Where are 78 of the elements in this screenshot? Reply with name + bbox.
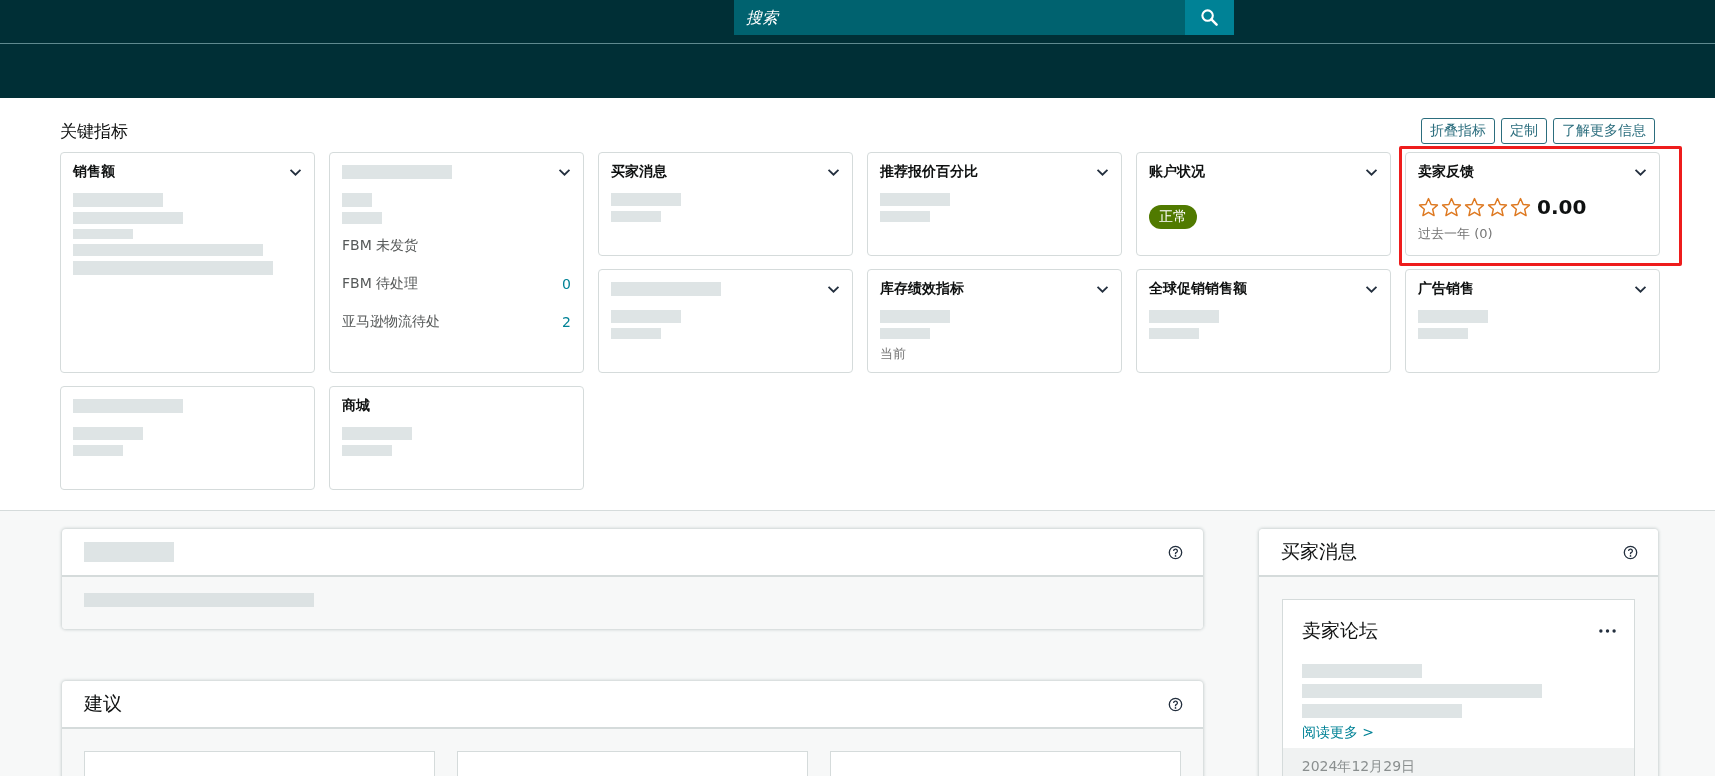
metric-card[interactable]: 买家消息 xyxy=(598,152,853,256)
metric-card[interactable]: 库存绩效指标 当前 xyxy=(867,269,1122,373)
forum-title: 卖家论坛 xyxy=(1301,618,1378,643)
card-title: 全球促销销售额 xyxy=(1149,280,1247,298)
chevron-icon[interactable] xyxy=(1096,167,1109,177)
redacted-block xyxy=(1149,310,1219,323)
redacted-block xyxy=(73,445,123,456)
section-title: 关键指标 xyxy=(60,119,128,143)
star-icon xyxy=(1418,196,1439,218)
metric-card[interactable]: 销售额 xyxy=(60,152,315,373)
chevron-icon[interactable] xyxy=(1634,167,1647,177)
metric-value[interactable]: 2 xyxy=(562,314,571,330)
redacted-block xyxy=(611,193,681,206)
card-caption: 当前 xyxy=(880,345,907,363)
metric-card[interactable]: 推荐报价百分比 xyxy=(867,152,1122,256)
toolbar-button[interactable]: 定制 xyxy=(1501,118,1547,144)
metric-card[interactable]: 商城 xyxy=(329,386,584,490)
card-title: 销售额 xyxy=(73,163,115,181)
metric-card[interactable]: 卖家反馈 0.00 过去一年 (0) xyxy=(1405,152,1660,256)
redacted-block xyxy=(611,211,661,222)
card-title: 推荐报价百分比 xyxy=(880,163,978,181)
rating-period: 过去一年 (0) xyxy=(1418,225,1494,243)
redacted-block xyxy=(1149,328,1199,339)
metric-label: FBM 未发货 xyxy=(342,237,419,255)
card-title: 买家消息 xyxy=(611,163,667,181)
help-icon[interactable] xyxy=(1167,544,1183,560)
star-icon xyxy=(1487,196,1508,218)
metric-label: FBM 待处理 xyxy=(342,275,419,293)
star-icon xyxy=(1441,196,1462,218)
metric-card[interactable]: 全球促销销售额 xyxy=(1136,269,1391,373)
read-more-link[interactable]: 阅读更多 > xyxy=(1301,724,1374,742)
chevron-icon[interactable] xyxy=(1096,284,1109,294)
help-icon[interactable] xyxy=(1167,696,1183,712)
search-button[interactable] xyxy=(1185,0,1234,35)
redacted-block xyxy=(611,310,681,323)
chevron-icon[interactable] xyxy=(1365,167,1378,177)
chevron-icon[interactable] xyxy=(1365,284,1378,294)
metric-card[interactable]: 广告销售 xyxy=(1405,269,1660,373)
redacted-block xyxy=(880,211,930,222)
card-title: 账户状况 xyxy=(1149,163,1205,181)
card-title: 商城 xyxy=(342,397,370,415)
redacted-block xyxy=(73,427,143,440)
rating-score: 0.00 xyxy=(1537,195,1587,219)
toolbar-button[interactable]: 了解更多信息 xyxy=(1553,118,1655,144)
redacted-block xyxy=(342,427,412,440)
card-title: 库存绩效指标 xyxy=(880,280,964,298)
panel-title: 建议 xyxy=(84,691,122,716)
more-icon[interactable] xyxy=(1599,629,1616,633)
search-icon xyxy=(1200,8,1219,27)
redacted-block xyxy=(342,212,382,224)
metric-card[interactable]: 账户状况 正常 xyxy=(1136,152,1391,256)
redacted-block xyxy=(1418,310,1488,323)
metric-card[interactable]: FBM 未发货 FBM 待处理 0 亚马逊物流待处 2 xyxy=(329,152,584,373)
panel-title: 买家消息 xyxy=(1280,539,1357,564)
post-date: 2024年12月29日 xyxy=(1301,758,1417,776)
redacted-block xyxy=(880,193,950,206)
chevron-icon[interactable] xyxy=(1634,284,1647,294)
chevron-icon[interactable] xyxy=(558,167,571,177)
redacted-block xyxy=(880,310,950,323)
redacted-block xyxy=(1418,328,1468,339)
redacted-block xyxy=(880,328,930,339)
card-title: 卖家反馈 xyxy=(1418,163,1474,181)
status-badge: 正常 xyxy=(1149,205,1197,229)
redacted-block xyxy=(342,445,392,456)
star-icon xyxy=(1464,196,1485,218)
chevron-icon[interactable] xyxy=(827,167,840,177)
search-field[interactable]: 搜索 xyxy=(734,0,1185,35)
redacted-block xyxy=(611,328,661,339)
redacted-block xyxy=(73,229,133,239)
toolbar-button[interactable]: 折叠指标 xyxy=(1421,118,1495,144)
metric-value[interactable]: 0 xyxy=(562,276,571,292)
help-icon[interactable] xyxy=(1623,544,1638,560)
chevron-icon[interactable] xyxy=(827,284,840,294)
chevron-icon[interactable] xyxy=(289,167,302,177)
redacted-block xyxy=(342,193,372,207)
star-icon xyxy=(1510,196,1531,218)
metric-label: 亚马逊物流待处 xyxy=(342,313,440,331)
card-title: 广告销售 xyxy=(1418,280,1474,298)
